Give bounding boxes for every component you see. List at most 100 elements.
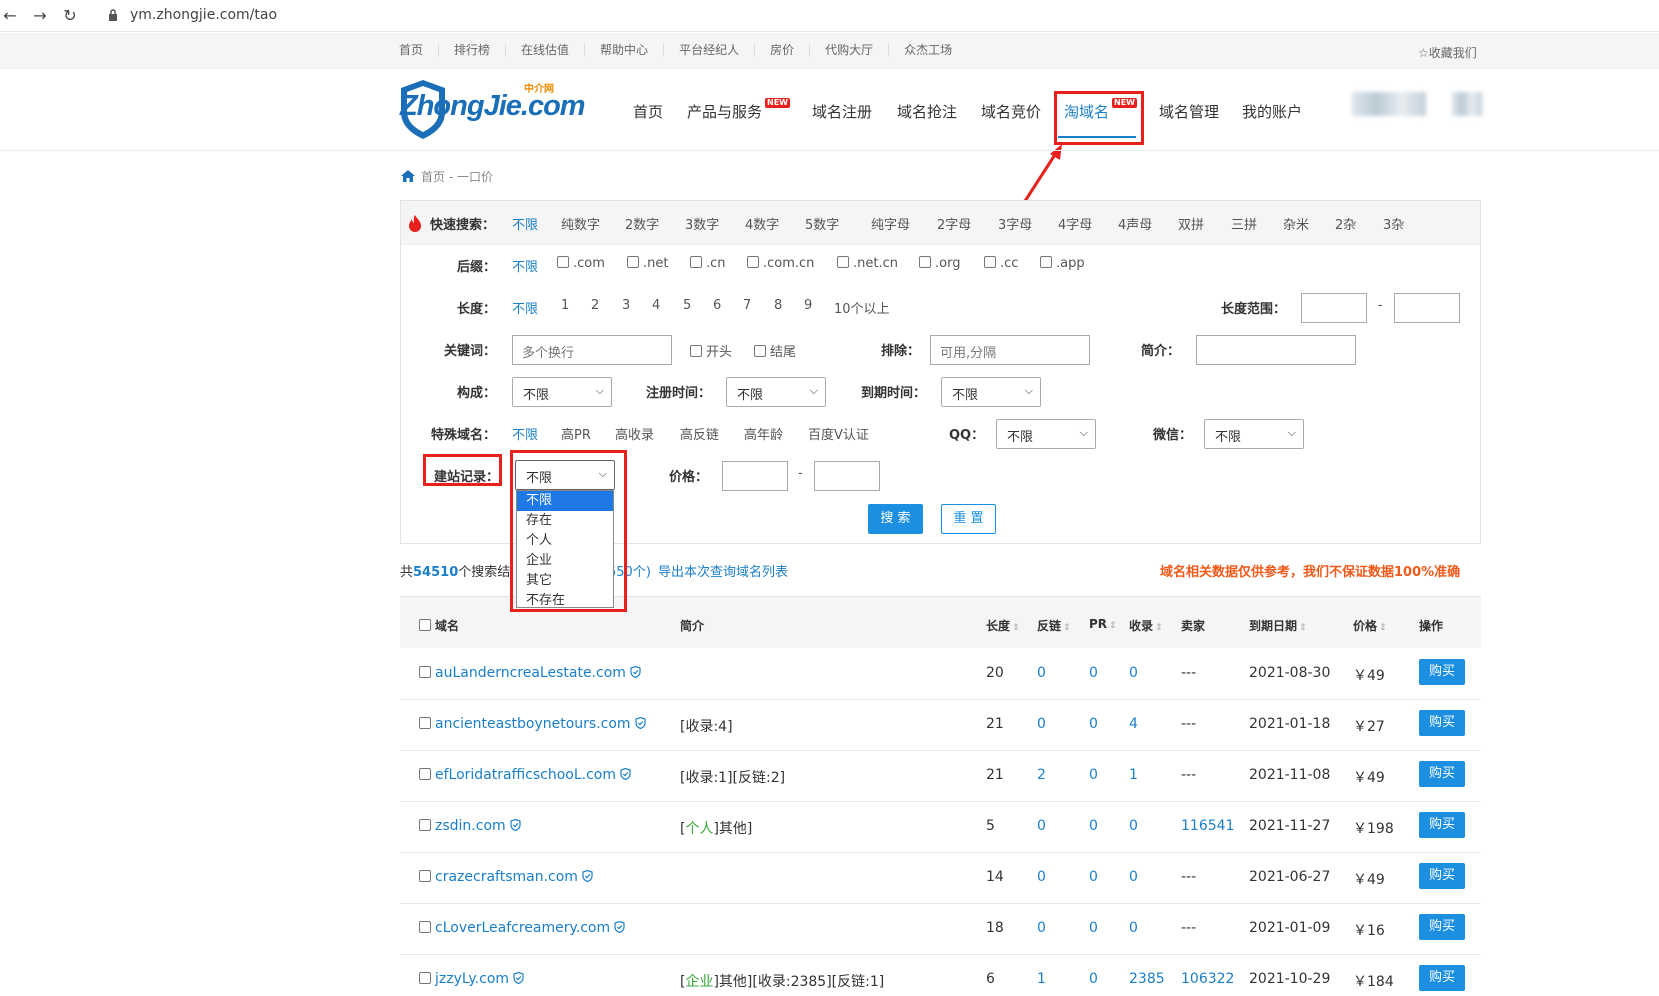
quick-option[interactable]: 2杂 (1335, 214, 1356, 233)
regtime-select[interactable]: 不限 ⌵ (726, 377, 826, 407)
checkbox[interactable] (557, 256, 569, 268)
row-domain[interactable]: ancienteastboynetours.com (419, 716, 646, 732)
top-link-help[interactable]: 帮助中心 (585, 44, 665, 57)
row-backlinks[interactable]: 2 (1037, 767, 1046, 783)
quick-option[interactable]: 三拼 (1231, 214, 1257, 233)
length-max-input[interactable] (1394, 293, 1460, 323)
row-domain[interactable]: jzzyLy.com (419, 971, 524, 987)
quick-option[interactable]: 2数字 (625, 214, 659, 233)
domain-link[interactable]: zsdin.com (435, 818, 506, 834)
row-indexed[interactable]: 0 (1129, 869, 1138, 885)
breadcrumb-home[interactable]: 首页 (421, 170, 445, 184)
forward-icon[interactable]: → (30, 6, 50, 25)
buy-button[interactable]: 购买 (1419, 659, 1465, 685)
header-price[interactable]: 价格 ⇕ (1353, 617, 1387, 634)
row-domain[interactable]: crazecraftsman.com (419, 869, 593, 885)
export-link[interactable]: 导出本次查询域名列表 (658, 561, 788, 580)
row-backlinks[interactable]: 0 (1037, 818, 1046, 834)
length-option[interactable]: 5 (683, 298, 691, 313)
quick-option[interactable]: 3数字 (685, 214, 719, 233)
keyword-start-checkbox[interactable]: 开头 (690, 341, 732, 360)
suffix-checkbox[interactable]: .net (627, 256, 668, 271)
row-domain[interactable]: auLanderncreaLestate.com (419, 665, 641, 681)
suffix-checkbox[interactable]: .cn (690, 256, 726, 271)
row-indexed[interactable]: 2385 (1129, 971, 1165, 987)
length-option[interactable]: 1 (561, 298, 569, 313)
suffix-option-all[interactable]: 不限 (512, 256, 538, 275)
row-seller[interactable]: 116541 (1181, 818, 1234, 834)
back-icon[interactable]: ← (0, 6, 20, 25)
suffix-checkbox[interactable]: .cc (984, 256, 1018, 271)
suffix-checkbox[interactable]: .com.cn (747, 256, 814, 271)
row-pr[interactable]: 0 (1089, 971, 1098, 987)
checkbox[interactable] (627, 256, 639, 268)
quick-option[interactable]: 4声母 (1118, 214, 1152, 233)
sort-icon[interactable]: ⇕ (1109, 621, 1117, 631)
row-pr[interactable]: 0 (1089, 869, 1098, 885)
top-link-purchase[interactable]: 代购大厅 (810, 44, 890, 57)
row-backlinks[interactable]: 0 (1037, 665, 1046, 681)
quick-option[interactable]: 不限 (512, 214, 538, 233)
intro-tag[interactable]: 个人 (685, 821, 713, 837)
wechat-select[interactable]: 不限 ⌵ (1204, 419, 1304, 449)
checkbox[interactable] (837, 256, 849, 268)
buy-button[interactable]: 购买 (1419, 965, 1465, 991)
row-backlinks[interactable]: 0 (1037, 716, 1046, 732)
home-icon[interactable] (400, 169, 416, 183)
user-avatar-blurred[interactable] (1352, 92, 1426, 116)
header-indexed[interactable]: 收录 ⇕ (1129, 617, 1163, 634)
checkbox[interactable] (690, 256, 702, 268)
row-indexed[interactable]: 0 (1129, 920, 1138, 936)
suffix-checkbox[interactable]: .net.cn (837, 256, 898, 271)
quick-option[interactable]: 双拼 (1178, 214, 1204, 233)
row-indexed[interactable]: 0 (1129, 665, 1138, 681)
sort-icon[interactable]: ⇕ (1012, 623, 1020, 633)
domain-link[interactable]: jzzyLy.com (435, 971, 509, 987)
quick-option[interactable]: 4字母 (1058, 214, 1092, 233)
qq-select[interactable]: 不限 ⌵ (996, 419, 1096, 449)
length-option[interactable]: 4 (652, 298, 660, 313)
reset-button[interactable]: 重 置 (941, 504, 996, 534)
row-pr[interactable]: 0 (1089, 716, 1098, 732)
row-seller[interactable]: 106322 (1181, 971, 1234, 987)
nav-register[interactable]: 域名注册 (812, 101, 872, 122)
nav-snap[interactable]: 域名抢注 (897, 101, 957, 122)
row-backlinks[interactable]: 0 (1037, 920, 1046, 936)
search-button[interactable]: 搜 索 (868, 504, 923, 534)
row-checkbox[interactable] (419, 666, 431, 678)
quick-option[interactable]: 3字母 (998, 214, 1032, 233)
domain-link[interactable]: cLoverLeafcreamery.com (435, 920, 610, 936)
special-option[interactable]: 高年龄 (744, 424, 783, 443)
checkbox[interactable] (1040, 256, 1052, 268)
length-min-input[interactable] (1301, 293, 1367, 323)
top-link-ranking[interactable]: 排行榜 (439, 44, 507, 57)
special-option[interactable]: 不限 (512, 424, 538, 443)
length-option[interactable]: 8 (774, 298, 782, 313)
suffix-checkbox[interactable]: .app (1040, 256, 1085, 271)
select-all-checkbox[interactable] (419, 619, 431, 631)
nav-home[interactable]: 首页 (633, 101, 663, 122)
row-checkbox[interactable] (419, 870, 431, 882)
buy-button[interactable]: 购买 (1419, 812, 1465, 838)
keyword-end-checkbox[interactable]: 结尾 (754, 341, 796, 360)
sort-icon[interactable]: ⇕ (1299, 623, 1307, 633)
row-pr[interactable]: 0 (1089, 818, 1098, 834)
special-option[interactable]: 百度V认证 (808, 424, 869, 443)
exclude-input[interactable]: 可用,分隔 (930, 335, 1090, 365)
favorite-link[interactable]: ☆收藏我们 (1418, 44, 1477, 61)
row-checkbox[interactable] (419, 921, 431, 933)
buy-button[interactable]: 购买 (1419, 914, 1465, 940)
row-indexed[interactable]: 4 (1129, 716, 1138, 732)
expire-select[interactable]: 不限 ⌵ (941, 377, 1041, 407)
length-option[interactable]: 7 (743, 298, 751, 313)
nav-domain-manage[interactable]: 域名管理 (1159, 101, 1219, 122)
row-indexed[interactable]: 1 (1129, 767, 1138, 783)
top-link-home[interactable]: 首页 (390, 44, 440, 57)
row-backlinks[interactable]: 0 (1037, 869, 1046, 885)
intro-tag[interactable]: 企业 (685, 974, 713, 990)
buy-button[interactable]: 购买 (1419, 761, 1465, 787)
row-domain[interactable]: efLoridatrafficschooL.com (419, 767, 631, 783)
sort-icon[interactable]: ⇕ (1155, 623, 1163, 633)
special-option[interactable]: 高PR (561, 424, 591, 443)
nav-products[interactable]: 产品与服务 (687, 101, 762, 122)
